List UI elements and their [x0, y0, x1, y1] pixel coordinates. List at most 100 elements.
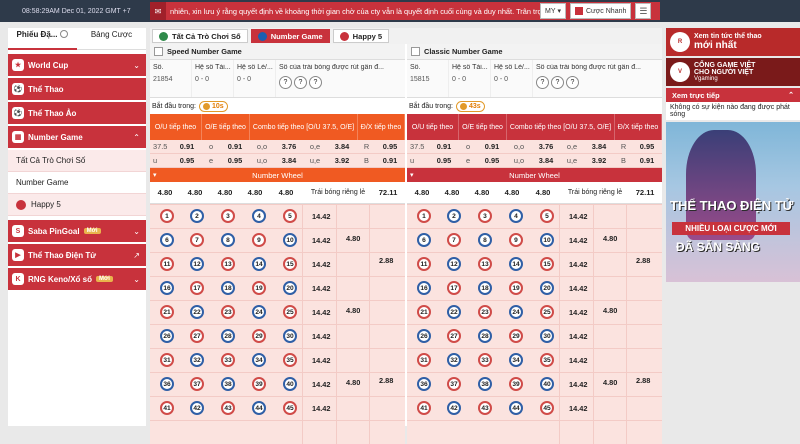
number-ball[interactable]: 29	[252, 329, 266, 343]
number-ball[interactable]: 3	[478, 209, 492, 223]
number-ball[interactable]: 10	[540, 233, 554, 247]
language-select[interactable]: MY ▾	[540, 3, 566, 19]
news-ad[interactable]: R Xem tin tức thể thao mới nhất	[666, 28, 800, 56]
number-ball[interactable]: 4	[252, 209, 266, 223]
number-ball[interactable]: 45	[540, 401, 554, 415]
odds-value[interactable]: 3.76	[531, 140, 561, 153]
number-ball[interactable]: 23	[478, 305, 492, 319]
odds-value[interactable]: 0.91	[172, 140, 202, 153]
number-ball[interactable]: 8	[221, 233, 235, 247]
single-odd[interactable]: 14.42	[569, 236, 588, 245]
single-odd[interactable]: 14.42	[569, 356, 588, 365]
number-ball[interactable]: 3	[221, 209, 235, 223]
number-ball[interactable]: 8	[478, 233, 492, 247]
number-ball[interactable]: 15	[283, 257, 297, 271]
live-stream-header[interactable]: Xem trực tiếp ⌃	[666, 88, 800, 102]
sidebar-item-rng-keno[interactable]: K RNG Keno/Xổ số Mới ⌄	[8, 268, 146, 290]
odds-value[interactable]: 0.91	[429, 140, 459, 153]
sidebar-item-number-game[interactable]: ▦ Number Game ⌃	[8, 126, 146, 148]
subitem-number-game[interactable]: Number Game	[8, 172, 146, 194]
tab-bet-list[interactable]: Bảng Cược	[77, 28, 146, 50]
number-ball[interactable]: 24	[252, 305, 266, 319]
number-ball[interactable]: 16	[417, 281, 431, 295]
number-ball[interactable]: 32	[447, 353, 461, 367]
row-group-odd[interactable]: 4.80	[346, 378, 360, 387]
number-ball[interactable]: 38	[478, 377, 492, 391]
single-odd[interactable]: 14.42	[569, 284, 588, 293]
number-ball[interactable]: 18	[478, 281, 492, 295]
esports-banner[interactable]: THỂ THAO ĐIỆN TỬ NHIỀU LOẠI CƯỢC MỚI ĐÃ …	[666, 122, 800, 282]
odds-value[interactable]: 0.91	[220, 140, 250, 153]
number-ball[interactable]: 20	[540, 281, 554, 295]
odds-value[interactable]: 0.91	[477, 140, 507, 153]
number-ball[interactable]: 37	[447, 377, 461, 391]
row-group-odd[interactable]: 4.80	[603, 378, 617, 387]
number-wheel-header[interactable]: ▾ Number Wheel	[150, 168, 405, 182]
number-ball[interactable]: 14	[252, 257, 266, 271]
number-ball[interactable]: 42	[190, 401, 204, 415]
number-ball[interactable]: 34	[252, 353, 266, 367]
number-ball[interactable]: 33	[478, 353, 492, 367]
number-ball[interactable]: 14	[509, 257, 523, 271]
number-ball[interactable]: 37	[190, 377, 204, 391]
number-ball[interactable]: 5	[283, 209, 297, 223]
number-ball[interactable]: 6	[417, 233, 431, 247]
odds-value[interactable]: 3.84	[326, 140, 358, 153]
number-ball[interactable]: 11	[417, 257, 431, 271]
number-ball[interactable]: 26	[160, 329, 174, 343]
number-ball[interactable]: 32	[190, 353, 204, 367]
wheel-odd[interactable]: 4.80	[407, 188, 437, 197]
single-odd[interactable]: 14.42	[312, 356, 331, 365]
number-ball[interactable]: 25	[283, 305, 297, 319]
single-odd[interactable]: 14.42	[312, 308, 331, 317]
wheel-odd[interactable]: 4.80	[180, 188, 210, 197]
number-ball[interactable]: 9	[252, 233, 266, 247]
number-ball[interactable]: 36	[417, 377, 431, 391]
single-odd[interactable]: 14.42	[312, 380, 331, 389]
number-ball[interactable]: 4	[509, 209, 523, 223]
sidebar-item-sports[interactable]: ⚽ Thể Thao	[8, 78, 146, 100]
sidebar-item-world-cup[interactable]: ★ World Cup ⌄	[8, 54, 146, 76]
odds-value[interactable]: 3.92	[326, 154, 358, 167]
number-ball[interactable]: 13	[221, 257, 235, 271]
odds-value[interactable]: 3.76	[274, 140, 304, 153]
number-ball[interactable]: 6	[160, 233, 174, 247]
tab-all-number-games[interactable]: Tất Cả Trò Chơi Số	[152, 29, 248, 43]
number-ball[interactable]: 40	[540, 377, 554, 391]
number-ball[interactable]: 10	[283, 233, 297, 247]
number-ball[interactable]: 31	[160, 353, 174, 367]
number-ball[interactable]: 43	[478, 401, 492, 415]
collapse-icon[interactable]	[154, 47, 163, 56]
number-ball[interactable]: 24	[509, 305, 523, 319]
sidebar-item-virtual-sports[interactable]: ⚽ Thể Thao Ảo	[8, 102, 146, 124]
number-ball[interactable]: 18	[221, 281, 235, 295]
half-group-odd[interactable]: 2.88	[379, 256, 393, 265]
single-odd[interactable]: 14.42	[312, 212, 331, 221]
odds-value[interactable]: 3.84	[274, 154, 304, 167]
number-ball[interactable]: 12	[447, 257, 461, 271]
number-ball[interactable]: 30	[283, 329, 297, 343]
row-group-odd[interactable]: 4.80	[346, 234, 360, 243]
number-ball[interactable]: 43	[221, 401, 235, 415]
number-ball[interactable]: 7	[190, 233, 204, 247]
wheel-odd[interactable]: 4.80	[497, 188, 527, 197]
odds-value[interactable]: 0.95	[632, 140, 662, 153]
half-group-odd[interactable]: 2.88	[379, 376, 393, 385]
tab-happy-5[interactable]: Happy 5	[332, 29, 390, 43]
row-group-odd[interactable]: 4.80	[603, 234, 617, 243]
subitem-happy-5[interactable]: Happy 5	[8, 194, 146, 216]
odds-value[interactable]: 0.95	[477, 154, 507, 167]
number-ball[interactable]: 22	[190, 305, 204, 319]
number-ball[interactable]: 9	[509, 233, 523, 247]
wheel-odd[interactable]: 4.80	[467, 188, 497, 197]
single-odd[interactable]: 14.42	[312, 332, 331, 341]
number-ball[interactable]: 26	[417, 329, 431, 343]
collapse-icon[interactable]	[411, 47, 420, 56]
tab-number-game[interactable]: Number Game	[250, 29, 330, 43]
single-odd[interactable]: 14.42	[569, 332, 588, 341]
wheel-odd[interactable]: 4.80	[527, 188, 559, 197]
single-odd[interactable]: 14.42	[569, 308, 588, 317]
odds-value[interactable]: 3.92	[583, 154, 615, 167]
number-ball[interactable]: 29	[509, 329, 523, 343]
number-ball[interactable]: 35	[540, 353, 554, 367]
